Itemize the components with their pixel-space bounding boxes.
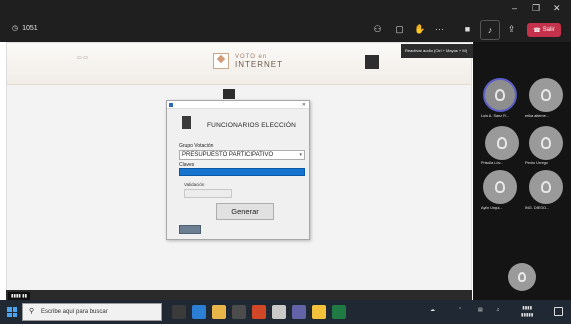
app-icon [169,103,173,107]
leave-button[interactable]: ☎ Salir [527,23,561,37]
shared-screen-bottom-bar [6,290,472,300]
network-icon[interactable]: ▤ [478,307,483,313]
close-icon[interactable]: ✕ [553,4,561,13]
taskbar-search[interactable]: ⚲ Escribe aquí para buscar [22,303,162,321]
raise-hand-icon[interactable]: ✋ [414,24,425,35]
banner-brand: VOTO en INTERNET [213,53,283,69]
weather-icon[interactable]: ☁ [430,307,435,313]
edge-icon[interactable] [192,305,206,319]
mic-off-icon[interactable]: ♪ [480,20,500,40]
window-titlebar: – ❐ ✕ [0,0,571,18]
tray-chevron-icon[interactable]: ⌃ [458,307,462,313]
minimize-icon[interactable]: – [512,4,517,13]
excel-icon[interactable] [332,305,346,319]
camera-icon[interactable]: ■ [462,24,473,35]
participant-name: Aylin Urqui... [481,206,503,210]
participant-avatar[interactable] [529,126,563,160]
participant-name: erika alteme... [525,114,549,118]
dialog-header: FUNCIONARIOS ELECCIÓN [175,114,296,136]
task-view-icon[interactable] [172,305,186,319]
dialog-close-icon[interactable]: ✕ [302,101,306,109]
generate-button[interactable]: Generar [216,203,274,220]
maximize-icon[interactable]: ❐ [532,4,540,13]
chat-icon[interactable]: ▢ [394,24,405,35]
participant-avatar[interactable] [483,78,517,112]
taskbar-clock[interactable]: ▮▮▮▮ ▮▮▮▮▮ [521,304,533,318]
self-video-avatar[interactable] [508,263,536,291]
teams-icon[interactable] [292,305,306,319]
participant-avatar[interactable] [485,126,519,160]
participant-avatar[interactable] [529,170,563,204]
powerpoint-icon[interactable] [252,305,266,319]
dialog-titlebar: ✕ [167,101,309,109]
ballot-icon [213,53,229,69]
key-field[interactable] [179,168,305,176]
participant-name: ING. DIEGO... [525,206,550,210]
meeting-toolbar: ◷ 1051 ⚇ ▢ ✋ ··· ■ ♪ ⇪ ☎ Salir [0,18,571,42]
participant-name: Priscila Lóv... [481,161,504,165]
meeting-time: 1051 [22,24,38,32]
shared-screen: ▭ ▭ VOTO en INTERNET ✕ FUNCIONARIOS ELEC… [6,42,472,300]
institution-logo [175,114,197,136]
more-icon[interactable]: ··· [434,24,445,35]
validation-label: Validación [184,182,205,187]
institution-emblem [365,55,379,69]
windows-start-icon[interactable] [7,307,17,317]
banner-logo-left: ▭ ▭ [77,55,88,61]
participant-name: Luis A. Sanz R... [481,114,510,118]
meeting-timer: ◷ 1051 [12,24,38,33]
notifications-icon[interactable] [554,307,563,316]
chevron-down-icon: ▾ [299,152,302,158]
participant-avatar[interactable] [529,78,563,112]
volume-icon[interactable]: ♫ [496,307,500,313]
participants-panel: Luis A. Sanz R... erika alteme... Prisci… [473,42,571,300]
group-select[interactable]: PRESUPUESTO PARTICIPATIVO ▾ [179,150,305,160]
participants-icon[interactable]: ⚇ [372,24,383,35]
funcionarios-dialog: ✕ FUNCIONARIOS ELECCIÓN Grupo Votación P… [166,100,310,240]
validation-field[interactable] [184,189,232,198]
chrome-icon[interactable] [312,305,326,319]
leave-label: Salir [542,27,555,33]
dialog-small-button[interactable] [179,225,201,234]
emblem-behind-dialog [223,89,235,99]
windows-taskbar: ⚲ Escribe aquí para buscar ☁ ⌃ ▤ ♫ ▮▮▮▮ ▮… [0,300,571,324]
brand-line2: INTERNET [235,59,283,69]
group-label: Grupo Votación [179,143,214,149]
participant-name: Pedro Urrego [525,161,548,165]
clock-icon: ◷ [12,25,19,32]
share-icon[interactable]: ⇪ [506,24,517,35]
store-icon[interactable] [232,305,246,319]
participant-avatar[interactable] [483,170,517,204]
mail-icon[interactable] [272,305,286,319]
group-value: PRESUPUESTO PARTICIPATIVO [182,152,274,158]
file-explorer-icon[interactable] [212,305,226,319]
presenter-name-tag: ▮▮▮▮ ▮▮ [8,292,31,300]
dialog-title: FUNCIONARIOS ELECCIÓN [207,121,297,129]
phone-icon: ☎ [533,27,541,34]
search-icon: ⚲ [29,308,35,315]
search-placeholder: Escribe aquí para buscar [41,309,108,315]
